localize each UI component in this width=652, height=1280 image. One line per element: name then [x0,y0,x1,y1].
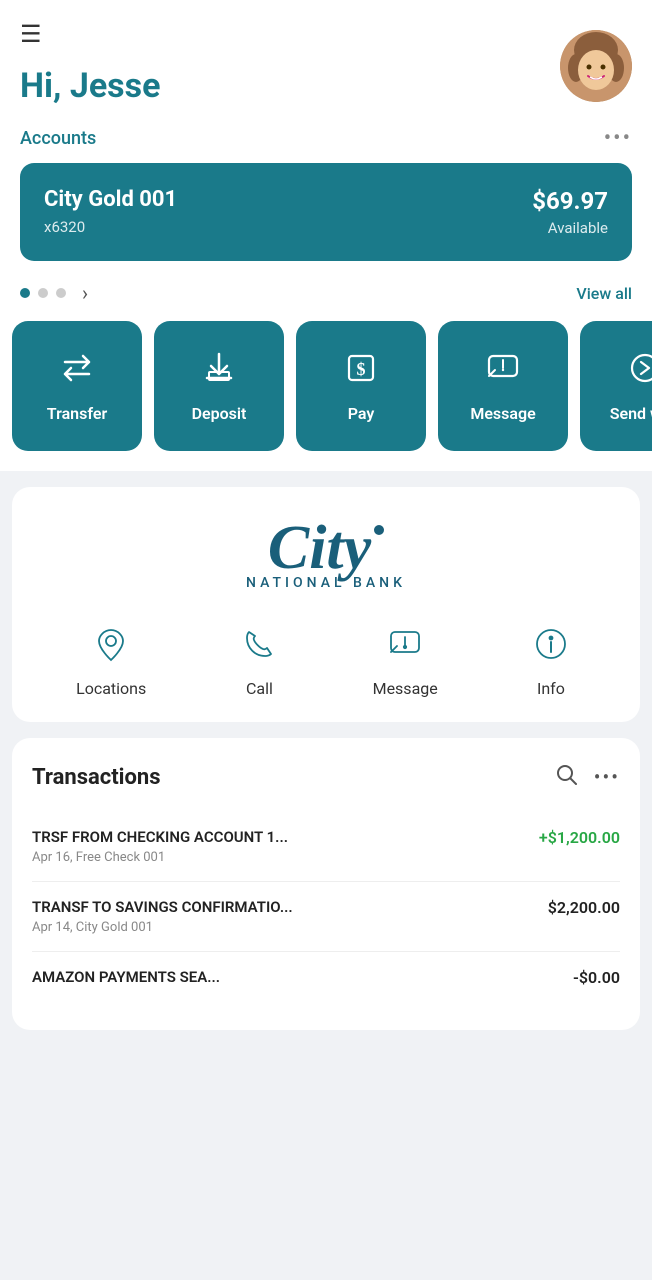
bank-logo-text: City NATIONAL BANK [246,517,406,591]
deposit-button[interactable]: Deposit [154,321,284,451]
account-balance: $69.97 Available [532,187,608,237]
pay-label: Pay [348,404,375,423]
send-with-label: Send with [610,404,652,423]
actions-row: Transfer Deposit $ Pay [0,321,652,471]
bank-actions: Locations Call Message [32,619,620,698]
txn-description: TRSF FROM CHECKING ACCOUNT 1... [32,828,288,846]
account-number: x6320 [44,218,177,236]
dot-2 [38,288,48,298]
transactions-title: Transactions [32,765,161,790]
txn-details: AMAZON PAYMENTS SEA... [32,968,220,990]
txn-subtitle: Apr 14, City Gold 001 [32,920,293,935]
send-with-button[interactable]: Send with [580,321,652,451]
message-action-label: Message [470,404,535,423]
txn-amount: $2,200.00 [548,898,620,917]
transactions-header: Transactions ••• [32,762,620,792]
transactions-more-button[interactable]: ••• [594,765,620,789]
svg-text:$: $ [357,359,366,379]
deposit-icon [201,350,237,394]
txn-description: TRANSF TO SAVINGS CONFIRMATIO... [32,898,293,916]
transactions-section: Transactions ••• TRSF FROM CHECKING ACCO… [12,738,640,1030]
send-with-icon [627,350,652,394]
info-icon [526,619,576,669]
txn-details: TRANSF TO SAVINGS CONFIRMATIO... Apr 14,… [32,898,293,935]
header-left: ☰ Hi, Jesse [20,20,160,106]
transfer-button[interactable]: Transfer [12,321,142,451]
view-all-button[interactable]: View all [576,284,632,303]
bank-logo: City NATIONAL BANK [32,517,620,591]
locations-button[interactable]: Locations [76,619,146,698]
bank-message-icon [380,619,430,669]
txn-amount: +$1,200.00 [539,828,620,847]
txn-details: TRSF FROM CHECKING ACCOUNT 1... Apr 16, … [32,828,288,865]
accounts-header: Accounts ••• [20,116,632,163]
account-name: City Gold 001 [44,187,177,212]
deposit-label: Deposit [192,404,247,423]
table-row[interactable]: TRANSF TO SAVINGS CONFIRMATIO... Apr 14,… [32,882,620,952]
table-row[interactable]: TRSF FROM CHECKING ACCOUNT 1... Apr 16, … [32,812,620,882]
hamburger-icon[interactable]: ☰ [20,20,160,48]
avatar[interactable] [560,30,632,102]
dots-row: › [20,281,88,305]
dot-1 [20,288,30,298]
pay-button[interactable]: $ Pay [296,321,426,451]
txn-description: AMAZON PAYMENTS SEA... [32,968,220,986]
txn-amount: -$0.00 [573,968,620,987]
call-button[interactable]: Call [234,619,284,698]
card-navigation: › View all [20,277,632,321]
next-card-button[interactable]: › [82,281,88,305]
transfer-icon [59,350,95,394]
bank-message-label: Message [373,679,438,698]
search-icon[interactable] [554,762,578,792]
pay-icon: $ [343,350,379,394]
transactions-icons: ••• [554,762,620,792]
info-label: Info [537,679,565,698]
transfer-label: Transfer [47,404,107,423]
greeting: Hi, Jesse [20,66,160,106]
call-label: Call [246,679,273,698]
header: ☰ Hi, Jesse [0,0,652,116]
dot-3 [56,288,66,298]
avatar-image [560,30,632,102]
locations-label: Locations [76,679,146,698]
account-info: City Gold 001 x6320 [44,187,177,236]
accounts-section: Accounts ••• City Gold 001 x6320 $69.97 … [0,116,652,321]
txn-subtitle: Apr 16, Free Check 001 [32,850,288,865]
table-row[interactable]: AMAZON PAYMENTS SEA... -$0.00 [32,952,620,1006]
message-button[interactable]: Message [438,321,568,451]
accounts-label: Accounts [20,128,96,149]
bank-message-button[interactable]: Message [373,619,438,698]
balance-label: Available [532,219,608,237]
call-icon [234,619,284,669]
message-icon [485,350,521,394]
balance-amount: $69.97 [532,187,608,215]
bank-card: City NATIONAL BANK Locations Call [12,487,640,722]
locations-icon [86,619,136,669]
accounts-more-button[interactable]: ••• [604,126,632,151]
account-card[interactable]: City Gold 001 x6320 $69.97 Available [20,163,632,261]
info-button[interactable]: Info [526,619,576,698]
